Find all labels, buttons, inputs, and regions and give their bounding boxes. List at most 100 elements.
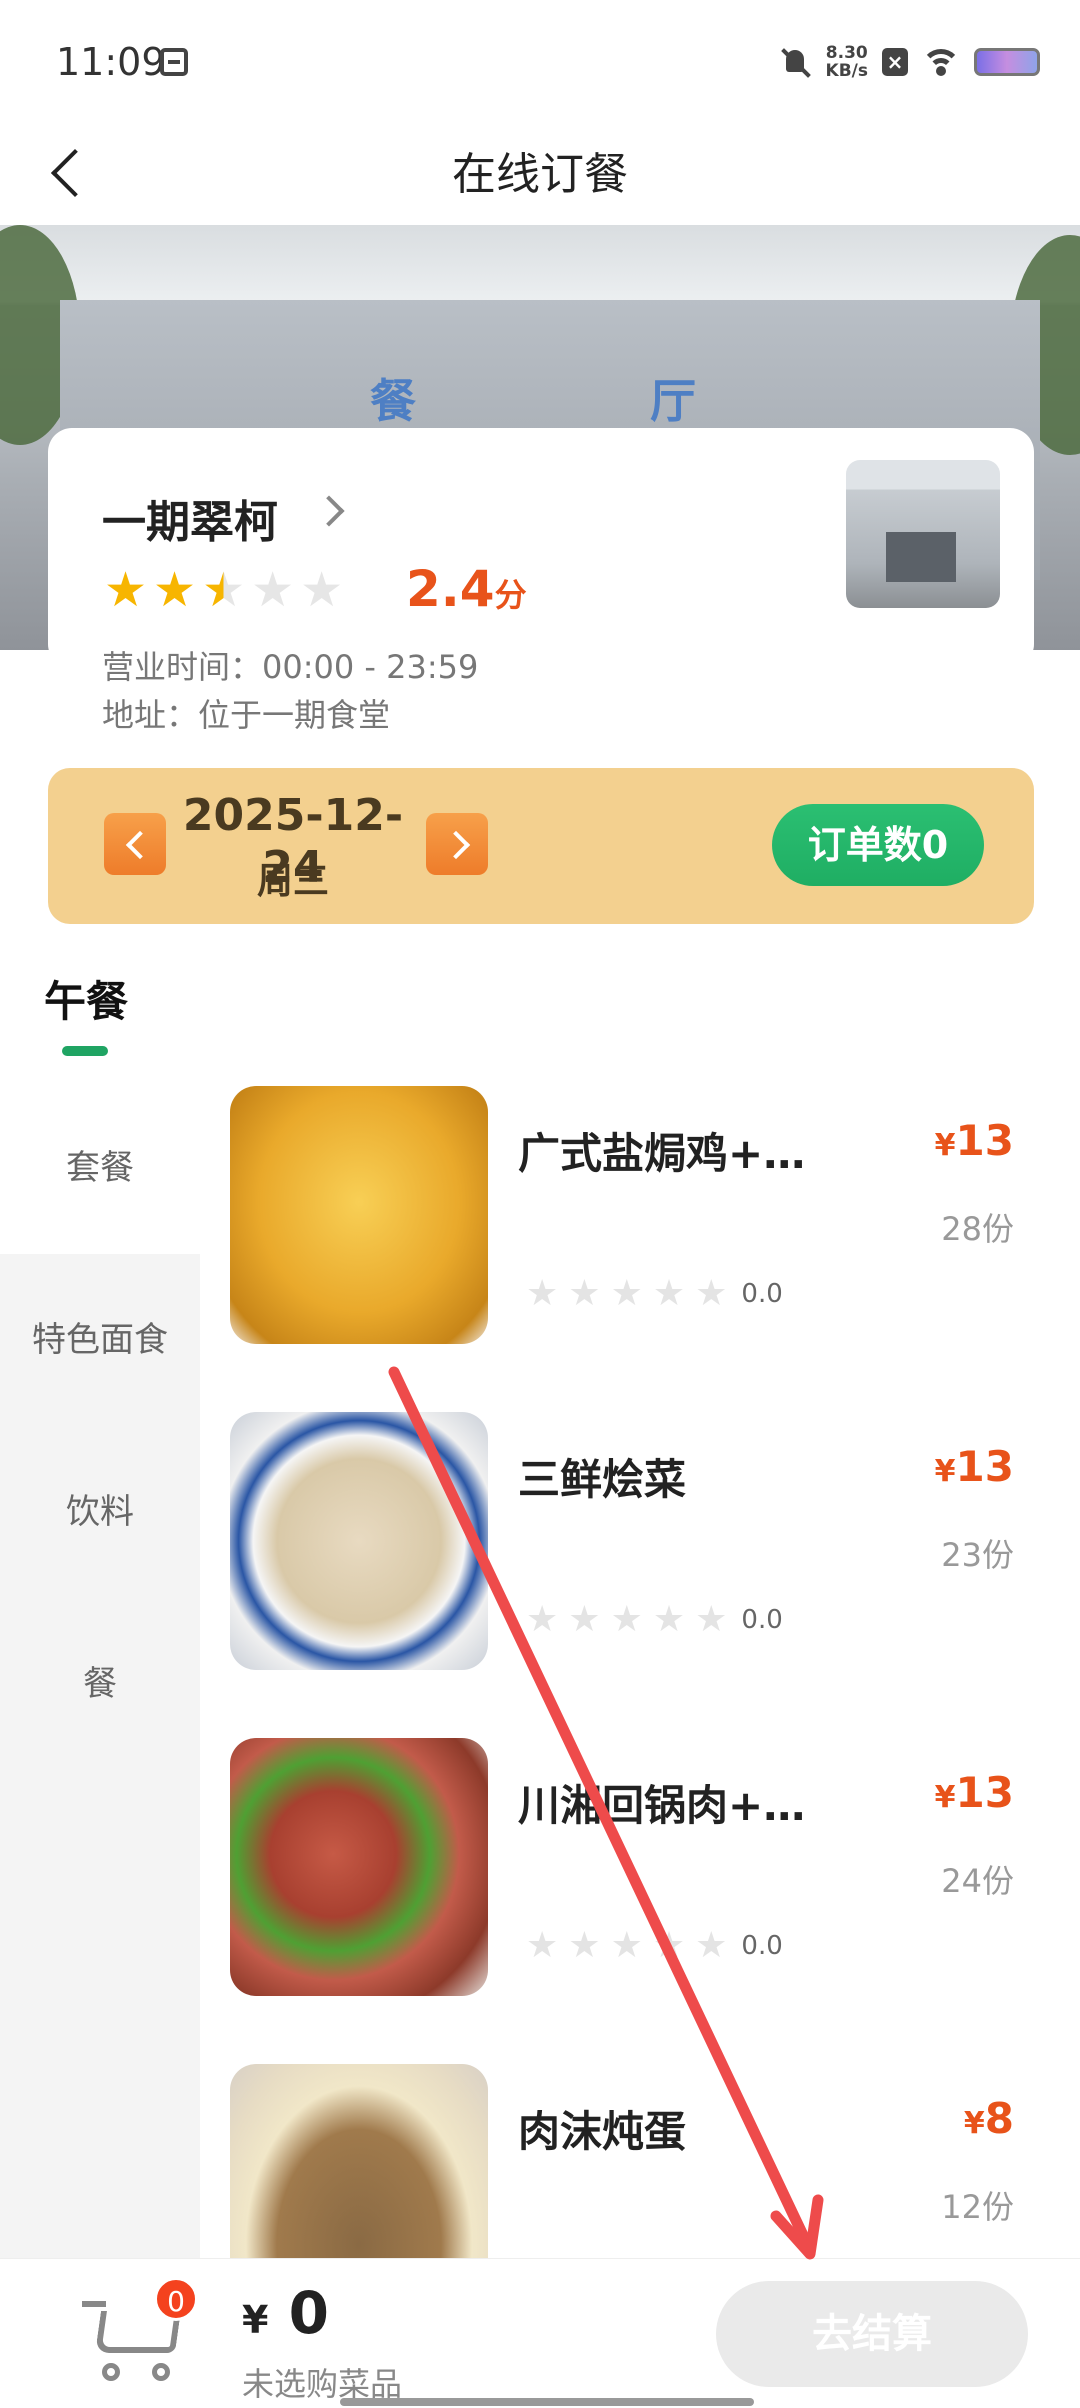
cart-bar: 0 ¥ 0 未选购菜品 去结算	[0, 2258, 1080, 2408]
store-name[interactable]: 一期翠柯	[102, 486, 278, 550]
dish-stock: 28份	[941, 1210, 1014, 1248]
prev-date-button[interactable]	[104, 813, 166, 875]
dish-price-value: 13	[955, 1116, 1014, 1165]
dish-stock: 24份	[941, 1862, 1014, 1900]
category-sidebar: 套餐 特色面食 饮料 餐	[0, 1082, 200, 2260]
chevron-right-icon[interactable]	[313, 495, 345, 527]
star-empty-icon: ★	[300, 562, 344, 618]
star-empty-icon: ★	[610, 1273, 643, 1314]
star-empty-icon: ★	[526, 1925, 559, 1966]
status-bar: 11:09 8.30 KB/s ×	[0, 0, 1080, 120]
dish-item[interactable]: 广式盐焗鸡+… ¥13 28份 ★ ★ ★ ★ ★ 0.0	[230, 1086, 1050, 1346]
dish-price-value: 13	[955, 1442, 1014, 1491]
page-title: 在线订餐	[452, 149, 628, 200]
store-rating-value: 2.4	[406, 560, 495, 618]
store-hours: 营业时间：00:00 - 23:59	[102, 648, 479, 686]
dish-item[interactable]: 肉沫炖蛋 ¥8 12份	[230, 2064, 1050, 2258]
sidebar-item-set-meal[interactable]: 套餐	[0, 1082, 200, 1254]
dish-currency: ¥	[963, 2106, 985, 2141]
network-speed-value: 8.30	[825, 43, 868, 63]
dish-image[interactable]	[230, 1738, 488, 1996]
cart-total-value: 0	[288, 2279, 330, 2347]
checkout-button[interactable]: 去结算	[716, 2281, 1028, 2387]
star-empty-icon: ★	[568, 1925, 601, 1966]
cart-total: ¥ 0	[242, 2279, 329, 2347]
dish-price-value: 13	[955, 1768, 1014, 1817]
half-star-icon: ★	[202, 562, 246, 618]
dish-stock: 23份	[941, 1536, 1014, 1574]
network-speed: 8.30 KB/s	[826, 44, 868, 80]
dish-rating: ★ ★ ★ ★ ★ 0.0	[526, 1928, 783, 1964]
status-time: 11:09	[56, 40, 166, 84]
selected-weekday: 周三	[256, 861, 329, 902]
star-icon: ★	[104, 562, 148, 618]
status-icons: 8.30 KB/s ×	[780, 40, 1040, 84]
dish-name: 三鲜烩菜	[518, 1455, 687, 1504]
wifi-icon	[922, 47, 960, 77]
star-empty-icon: ★	[695, 1925, 728, 1966]
banner-sign-left: 餐	[370, 374, 416, 428]
dish-image[interactable]	[230, 1086, 488, 1344]
sidebar-item-noodles[interactable]: 特色面食	[0, 1254, 200, 1426]
store-info-card[interactable]: 一期翠柯 ★ ★ ★ ★ ★ 2.4分	[48, 428, 1034, 668]
star-empty-icon: ★	[568, 1273, 601, 1314]
dish-rating-value: 0.0	[741, 1931, 783, 1961]
calendar-notification-icon	[160, 48, 188, 76]
dish-item[interactable]: 三鲜烩菜 ¥13 23份 ★ ★ ★ ★ ★ 0.0	[230, 1412, 1050, 1672]
star-empty-icon: ★	[610, 1925, 643, 1966]
dish-price: ¥13	[935, 1768, 1014, 1817]
dish-price: ¥8	[964, 2094, 1014, 2143]
star-empty-icon: ★	[695, 1599, 728, 1640]
date-selector: 2025-12-24 周三 订单数0	[48, 768, 1034, 924]
dish-stock: 12份	[941, 2188, 1014, 2226]
dish-rating-value: 0.0	[741, 1605, 783, 1635]
cart-currency: ¥	[242, 2298, 269, 2342]
dish-rating: ★ ★ ★ ★ ★ 0.0	[526, 1276, 783, 1312]
dish-price: ¥13	[935, 1442, 1014, 1491]
next-date-button[interactable]	[426, 813, 488, 875]
cart-wheel	[102, 2363, 120, 2381]
dish-rating: ★ ★ ★ ★ ★ 0.0	[526, 1602, 783, 1638]
store-rating-score: 2.4分	[406, 560, 527, 618]
cart-handle	[82, 2301, 106, 2307]
star-empty-icon: ★	[251, 562, 295, 618]
title-bar: 在线订餐	[0, 120, 1080, 220]
order-count-button[interactable]: 订单数0	[772, 804, 984, 886]
star-empty-icon: ★	[610, 1599, 643, 1640]
store-rating-unit: 分	[494, 576, 527, 614]
home-indicator	[340, 2398, 754, 2406]
banner-sign-right: 厅	[650, 374, 696, 428]
star-empty-icon: ★	[652, 1925, 686, 1966]
cart-wheel	[152, 2363, 170, 2381]
dish-image[interactable]	[230, 2064, 488, 2258]
star-icon: ★	[153, 562, 197, 618]
store-address: 地址：位于一期食堂	[102, 696, 391, 734]
star-empty-icon: ★	[695, 1273, 728, 1314]
store-thumbnail[interactable]	[846, 460, 1000, 608]
store-thumbnail-door	[886, 532, 956, 582]
store-rating-stars: ★ ★ ★ ★ ★	[104, 566, 343, 614]
sidebar-item-drinks[interactable]: 饮料	[0, 1426, 200, 1598]
dish-rating-value: 0.0	[741, 1279, 783, 1309]
dish-name: 广式盐焗鸡+…	[518, 1129, 806, 1178]
dish-price-value: 8	[984, 2094, 1014, 2143]
sim-off-icon: ×	[882, 48, 908, 76]
dish-currency: ¥	[934, 1454, 956, 1489]
tab-active-indicator	[62, 1046, 108, 1056]
mute-icon	[780, 46, 812, 78]
dish-item[interactable]: 川湘回锅肉+… ¥13 24份 ★ ★ ★ ★ ★ 0.0	[230, 1738, 1050, 1998]
star-empty-icon: ★	[568, 1599, 601, 1640]
dish-currency: ¥	[934, 1780, 956, 1815]
tab-lunch[interactable]: 午餐	[44, 968, 128, 1029]
dish-price: ¥13	[935, 1116, 1014, 1165]
dish-image[interactable]	[230, 1412, 488, 1670]
star-empty-icon: ★	[526, 1599, 559, 1640]
cart-count-badge: 0	[154, 2277, 198, 2321]
battery-icon	[974, 48, 1040, 76]
star-empty-icon: ★	[652, 1599, 686, 1640]
dish-name: 肉沫炖蛋	[518, 2107, 687, 2156]
dish-currency: ¥	[934, 1128, 956, 1163]
network-speed-unit: KB/s	[825, 61, 868, 81]
sidebar-item-meal[interactable]: 餐	[0, 1598, 200, 1770]
star-empty-icon: ★	[652, 1273, 686, 1314]
